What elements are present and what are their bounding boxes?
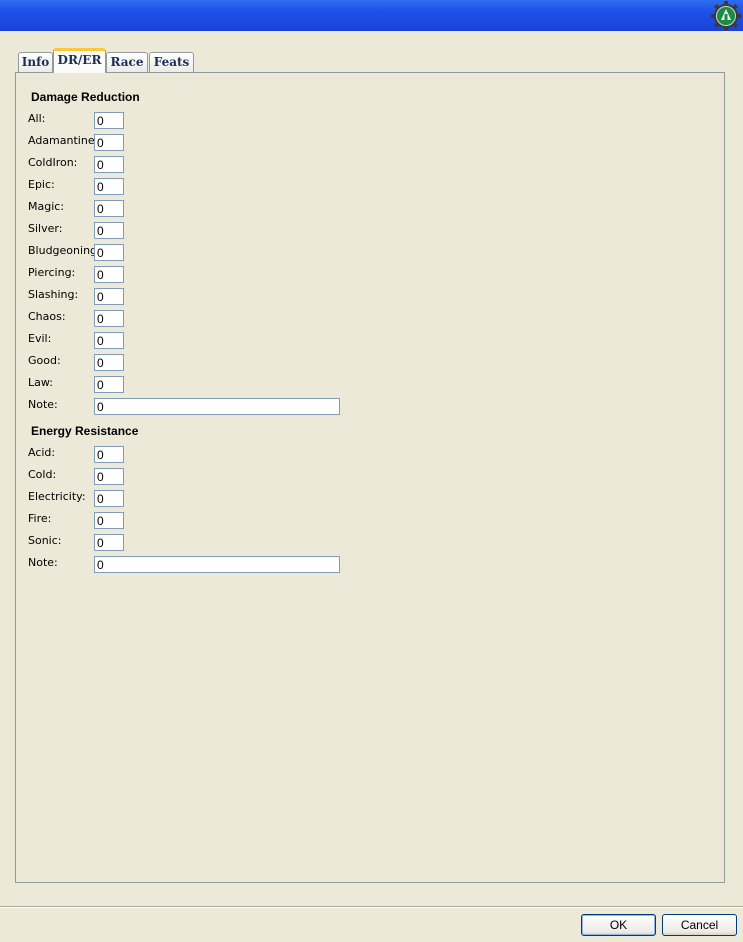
dr-law-label: Law: [28, 376, 53, 389]
dr-adamantine-label: Adamantine: [28, 134, 99, 147]
tab-dr-er[interactable]: DR/ER [53, 48, 106, 73]
tab-info[interactable]: Info [18, 52, 53, 72]
dr-coldiron-label: ColdIron: [28, 156, 78, 169]
dr-chaos-input[interactable]: 0 [94, 310, 124, 327]
dr-note-label: Note: [28, 398, 58, 411]
er-fire-input[interactable]: 0 [94, 512, 124, 529]
er-acid-input[interactable]: 0 [94, 446, 124, 463]
dr-all-input[interactable]: 0 [94, 112, 124, 129]
er-electricity-label: Electricity: [28, 490, 86, 503]
dr-silver-input[interactable]: 0 [94, 222, 124, 239]
dr-good-label: Good: [28, 354, 61, 367]
app-gear-icon[interactable] [711, 1, 741, 31]
dr-evil-input[interactable]: 0 [94, 332, 124, 349]
dr-coldiron-input[interactable]: 0 [94, 156, 124, 173]
er-note-input[interactable]: 0 [94, 556, 340, 573]
dr-chaos-label: Chaos: [28, 310, 66, 323]
er-acid-label: Acid: [28, 446, 56, 459]
tab-feats[interactable]: Feats [149, 52, 194, 72]
er-cold-label: Cold: [28, 468, 57, 481]
damage-reduction-heading: Damage Reduction [31, 90, 140, 104]
dr-bludgeoning-input[interactable]: 0 [94, 244, 124, 261]
dr-er-panel: Damage Reduction All: 0 Adamantine: 0 Co… [15, 72, 725, 883]
dr-good-input[interactable]: 0 [94, 354, 124, 371]
er-cold-input[interactable]: 0 [94, 468, 124, 485]
cancel-button[interactable]: Cancel [662, 914, 737, 936]
er-note-label: Note: [28, 556, 58, 569]
er-sonic-input[interactable]: 0 [94, 534, 124, 551]
dr-magic-input[interactable]: 0 [94, 200, 124, 217]
dr-law-input[interactable]: 0 [94, 376, 124, 393]
dr-bludgeoning-label: Bludgeoning: [28, 244, 101, 257]
er-electricity-input[interactable]: 0 [94, 490, 124, 507]
er-fire-label: Fire: [28, 512, 52, 525]
ok-button[interactable]: OK [581, 914, 656, 936]
dr-epic-label: Epic: [28, 178, 55, 191]
dr-epic-input[interactable]: 0 [94, 178, 124, 195]
dr-magic-label: Magic: [28, 200, 65, 213]
title-bar[interactable] [0, 0, 743, 31]
bottom-separator [0, 906, 743, 908]
dr-silver-label: Silver: [28, 222, 63, 235]
dr-slashing-label: Slashing: [28, 288, 79, 301]
dr-note-input[interactable]: 0 [94, 398, 340, 415]
dr-piercing-input[interactable]: 0 [94, 266, 124, 283]
dr-piercing-label: Piercing: [28, 266, 76, 279]
dr-slashing-input[interactable]: 0 [94, 288, 124, 305]
tab-race[interactable]: Race [106, 52, 148, 72]
dr-adamantine-input[interactable]: 0 [94, 134, 124, 151]
dr-all-label: All: [28, 112, 46, 125]
er-sonic-label: Sonic: [28, 534, 62, 547]
energy-resistance-heading: Energy Resistance [31, 424, 139, 438]
dr-evil-label: Evil: [28, 332, 52, 345]
